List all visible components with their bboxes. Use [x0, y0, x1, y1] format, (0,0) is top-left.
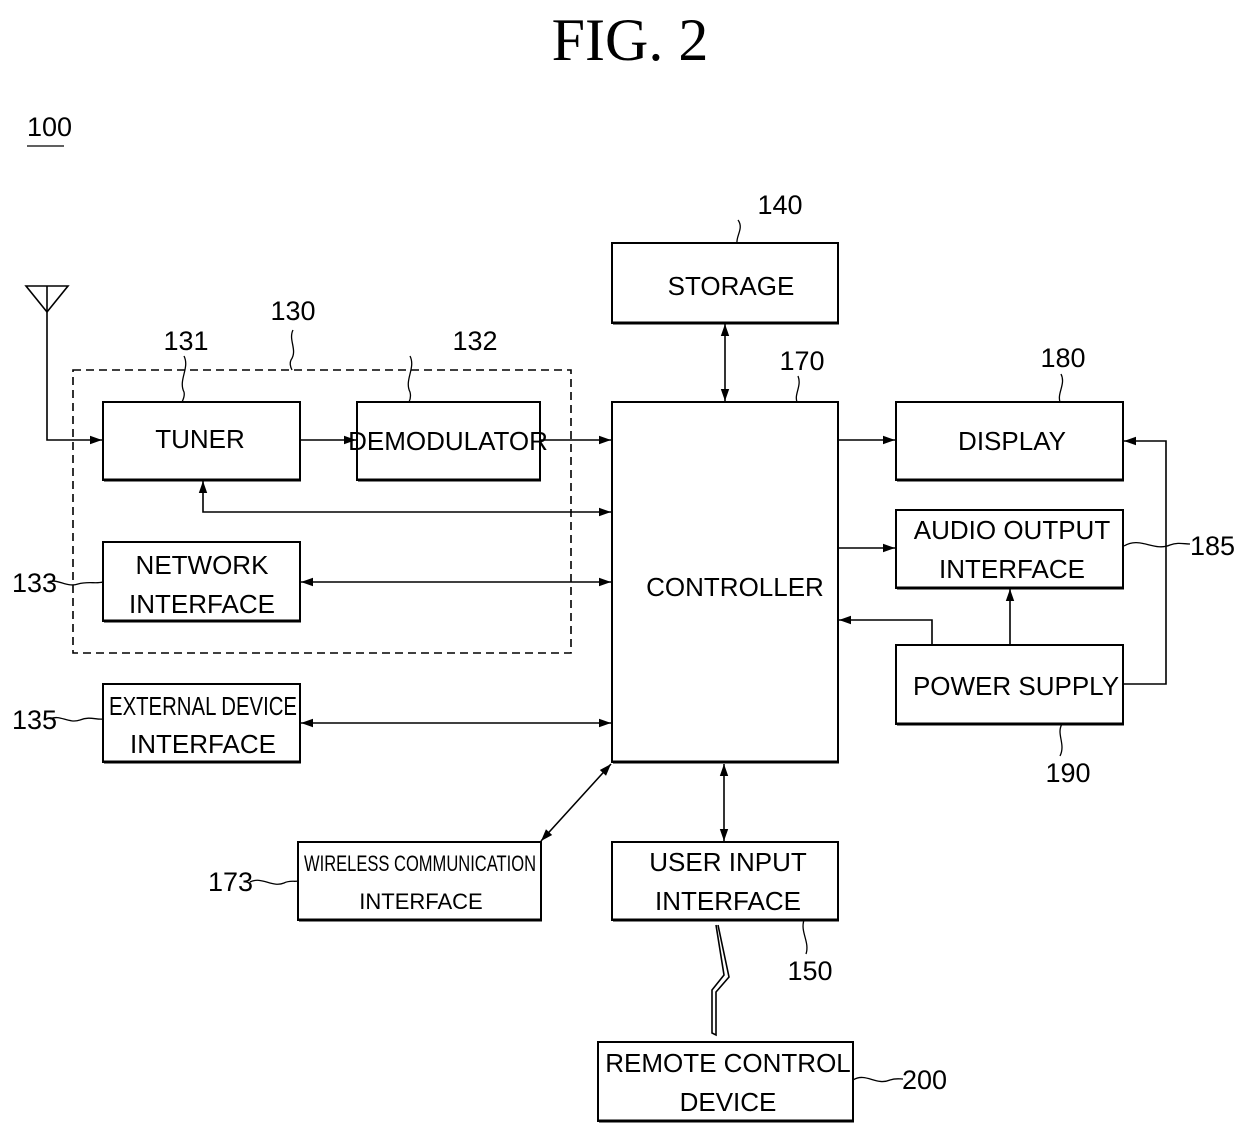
- tuner-label: TUNER: [155, 424, 245, 454]
- device-ref: 100: [27, 112, 72, 142]
- wireless-controller-arrow: [540, 763, 612, 842]
- tuner-ref: 131: [163, 326, 208, 356]
- power-supply-ref: 190: [1045, 758, 1090, 788]
- block-diagram: FIG. 2 100 130 TUNER 131 DEMODULATOR 132…: [12, 7, 1235, 1123]
- antenna-to-tuner-arrow: [46, 312, 102, 445]
- wireless-link-icon: [711, 924, 730, 1037]
- user-input-interface-label-line1: USER INPUT: [649, 847, 807, 877]
- storage-label: STORAGE: [668, 271, 795, 301]
- antenna-icon: [24, 285, 70, 314]
- network-interface-block[interactable]: NETWORK INTERFACE: [102, 541, 301, 623]
- power-to-display-arrow: [1123, 436, 1167, 685]
- display-label: DISPLAY: [958, 426, 1066, 456]
- user-input-interface-ref: 150: [787, 956, 832, 986]
- controller-ref: 170: [779, 346, 824, 376]
- network-interface-label-line1: NETWORK: [136, 550, 270, 580]
- external-device-interface-label-line2: INTERFACE: [130, 729, 276, 759]
- remote-control-device-label-line2: DEVICE: [680, 1087, 777, 1117]
- external-device-interface-label-line1: EXTERNAL DEVICE: [109, 691, 297, 721]
- audio-output-interface-block[interactable]: AUDIO OUTPUT INTERFACE: [895, 509, 1124, 590]
- demodulator-label: DEMODULATOR: [348, 426, 548, 456]
- controller-label: CONTROLLER: [646, 572, 824, 602]
- network-interface-label-line2: INTERFACE: [129, 589, 275, 619]
- wireless-communication-interface-ref: 173: [208, 867, 253, 897]
- audio-output-interface-ref: 185: [1190, 531, 1235, 561]
- remote-control-device-label-line1: REMOTE CONTROL: [605, 1048, 851, 1078]
- storage-ref: 140: [757, 190, 802, 220]
- power-to-controller-arrow: [839, 615, 933, 645]
- controller-block[interactable]: CONTROLLER: [611, 401, 839, 764]
- display-block[interactable]: DISPLAY: [895, 401, 1124, 482]
- external-device-interface-block[interactable]: EXTERNAL DEVICE INTERFACE: [102, 683, 301, 764]
- network-interface-ref: 133: [12, 568, 57, 598]
- tuner-block[interactable]: TUNER: [102, 401, 301, 482]
- audio-output-interface-label-line1: AUDIO OUTPUT: [914, 515, 1111, 545]
- demodulator-ref: 132: [452, 326, 497, 356]
- controller-tuner-arrow: [198, 481, 611, 517]
- power-supply-block[interactable]: POWER SUPPLY: [895, 644, 1124, 726]
- figure-title: FIG. 2: [552, 7, 709, 73]
- wireless-communication-interface-label-line1: WIRELESS COMMUNICATION: [304, 851, 536, 876]
- external-device-interface-ref: 135: [12, 705, 57, 735]
- power-supply-label: POWER SUPPLY: [913, 671, 1119, 701]
- storage-block[interactable]: STORAGE: [611, 242, 839, 325]
- user-input-interface-block[interactable]: USER INPUT INTERFACE: [611, 841, 839, 922]
- wireless-communication-interface-label-line2: INTERFACE: [359, 889, 482, 914]
- broadcast-receiver-ref: 130: [270, 296, 315, 326]
- demodulator-block[interactable]: DEMODULATOR: [348, 401, 548, 482]
- wireless-communication-interface-block[interactable]: WIRELESS COMMUNICATION INTERFACE: [297, 841, 542, 922]
- remote-control-device-block[interactable]: REMOTE CONTROL DEVICE: [597, 1041, 854, 1123]
- remote-control-device-ref: 200: [902, 1065, 947, 1095]
- audio-output-interface-label-line2: INTERFACE: [939, 554, 1085, 584]
- user-input-interface-label-line2: INTERFACE: [655, 886, 801, 916]
- display-ref: 180: [1040, 343, 1085, 373]
